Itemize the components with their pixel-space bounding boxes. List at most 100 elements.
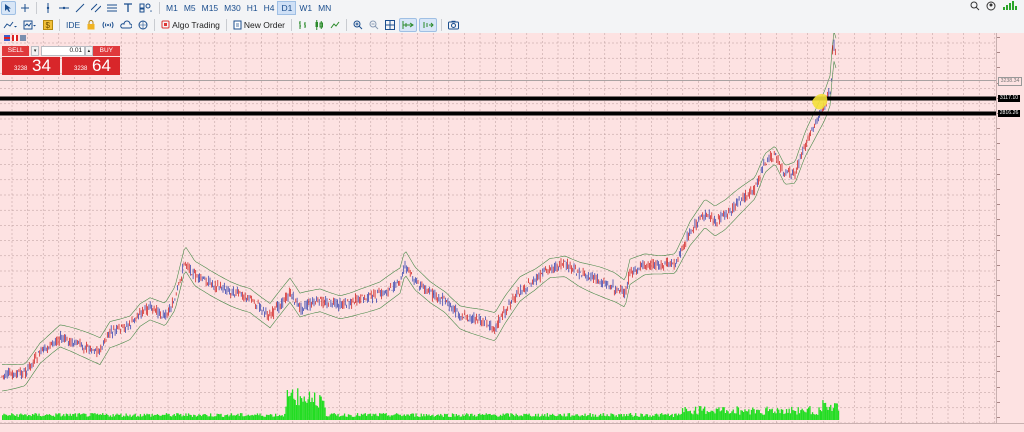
signal-strength-icon[interactable] xyxy=(1002,1,1018,14)
search-icon[interactable] xyxy=(970,1,980,14)
volume-bar xyxy=(50,415,52,420)
volume-bar xyxy=(176,413,178,420)
horizontal-line-icon[interactable] xyxy=(57,1,71,15)
volume-bar xyxy=(408,415,411,420)
volume-bar xyxy=(221,416,223,420)
volume-bar xyxy=(728,413,730,420)
trendline-icon[interactable] xyxy=(73,1,87,15)
volume-bar xyxy=(551,413,554,420)
grid-icon[interactable] xyxy=(383,18,397,32)
price-chart[interactable] xyxy=(0,31,996,424)
volume-bar xyxy=(475,416,477,420)
buy-quote[interactable]: 3238 64 xyxy=(62,56,120,75)
timeframe-m15[interactable]: M15 xyxy=(199,1,222,15)
lot-size-input[interactable]: 0.01 xyxy=(40,46,86,56)
candlestick-chart-icon[interactable] xyxy=(312,18,326,32)
volume-bar xyxy=(369,413,372,420)
sell-button[interactable]: SELL xyxy=(2,46,30,56)
timeframe-h4[interactable]: H4 xyxy=(261,1,278,15)
market-icon[interactable] xyxy=(136,18,150,32)
timeframe-d1[interactable]: D1 xyxy=(277,1,297,15)
price-tick xyxy=(997,67,1000,69)
volume-bar xyxy=(704,406,706,420)
volume-bar xyxy=(46,414,48,420)
volume-bar xyxy=(441,415,443,420)
volume-bar xyxy=(145,415,147,420)
lot-spinner-icon[interactable]: ▴ xyxy=(85,46,93,56)
volume-bar xyxy=(384,414,386,420)
volume-bar xyxy=(810,414,812,420)
auto-scroll-icon[interactable] xyxy=(399,17,417,32)
ide-button[interactable]: IDE xyxy=(64,18,82,32)
chart-type-icon[interactable] xyxy=(1,18,19,32)
volume-bar xyxy=(161,414,164,420)
new-order-button[interactable]: New Order xyxy=(231,18,287,32)
account-icon[interactable] xyxy=(986,1,996,14)
volume-bar xyxy=(804,411,806,420)
shapes-icon[interactable] xyxy=(137,1,155,15)
dollar-icon[interactable]: $ xyxy=(41,18,55,32)
timeframe-mn[interactable]: MN xyxy=(315,1,334,15)
volume-bar xyxy=(198,414,200,420)
algo-trading-button[interactable]: Algo Trading xyxy=(159,18,222,32)
text-icon[interactable] xyxy=(121,1,135,15)
volume-bar xyxy=(467,414,469,420)
timeframe-w1[interactable]: W1 xyxy=(296,1,315,15)
vertical-line-icon[interactable] xyxy=(41,1,55,15)
volume-bar xyxy=(41,416,43,420)
volume-bar xyxy=(324,407,326,420)
volume-bar xyxy=(15,415,17,420)
volume-bar xyxy=(584,413,586,420)
one-click-trading-panel: SELL ▾ 0.01 ▴ BUY 3238 34 3238 64 xyxy=(2,35,120,77)
lot-dropdown-icon[interactable]: ▾ xyxy=(31,46,39,56)
crosshair-icon[interactable] xyxy=(18,1,32,15)
line-chart-icon[interactable] xyxy=(328,18,342,32)
channel-icon[interactable] xyxy=(89,1,103,15)
templates-icon[interactable] xyxy=(21,18,39,32)
price-tick xyxy=(997,128,1000,130)
sell-quote[interactable]: 3238 34 xyxy=(2,56,60,75)
volume-bar xyxy=(538,416,541,420)
volume-bar xyxy=(831,411,833,420)
lock-icon[interactable] xyxy=(84,18,98,32)
volume-bar xyxy=(626,414,628,420)
volume-bar xyxy=(683,412,685,420)
flag-icon xyxy=(12,35,18,41)
volume-bar xyxy=(680,413,682,420)
zoom-out-icon[interactable] xyxy=(367,18,381,32)
bar-chart-icon[interactable] xyxy=(296,18,310,32)
volume-bar xyxy=(681,408,684,420)
volume-bar xyxy=(672,417,675,420)
timeframe-h1[interactable]: H1 xyxy=(244,1,261,15)
cursor-icon[interactable] xyxy=(1,1,16,15)
signals-icon[interactable] xyxy=(100,18,116,32)
buy-button[interactable]: BUY xyxy=(92,46,120,56)
vps-icon[interactable] xyxy=(118,18,134,32)
volume-bar xyxy=(470,413,472,420)
fibonacci-icon[interactable] xyxy=(105,1,119,15)
zoom-in-icon[interactable] xyxy=(351,18,365,32)
volume-bar xyxy=(263,416,265,420)
volume-bar xyxy=(468,416,470,420)
volume-bar xyxy=(657,414,659,420)
volume-bar xyxy=(800,410,802,420)
volume-bar xyxy=(724,413,727,420)
screenshot-icon[interactable] xyxy=(446,18,461,32)
volume-bar xyxy=(21,414,23,420)
volume-bar xyxy=(51,416,53,420)
volume-bar xyxy=(368,413,370,420)
timeframe-m30[interactable]: M30 xyxy=(221,1,244,15)
volume-bar xyxy=(533,416,535,420)
volume-bar xyxy=(191,416,194,420)
timeframe-m5[interactable]: M5 xyxy=(181,1,199,15)
price-scale[interactable] xyxy=(996,33,1024,423)
volume-bar xyxy=(814,414,816,420)
price-tick xyxy=(997,234,1000,236)
volume-bar xyxy=(238,415,240,420)
volume-bar xyxy=(199,414,201,420)
volume-bar xyxy=(319,395,321,420)
volume-bar xyxy=(182,415,184,420)
price-tick xyxy=(997,158,1000,160)
timeframe-m1[interactable]: M1 xyxy=(163,1,181,15)
chart-shift-icon[interactable] xyxy=(419,17,437,32)
